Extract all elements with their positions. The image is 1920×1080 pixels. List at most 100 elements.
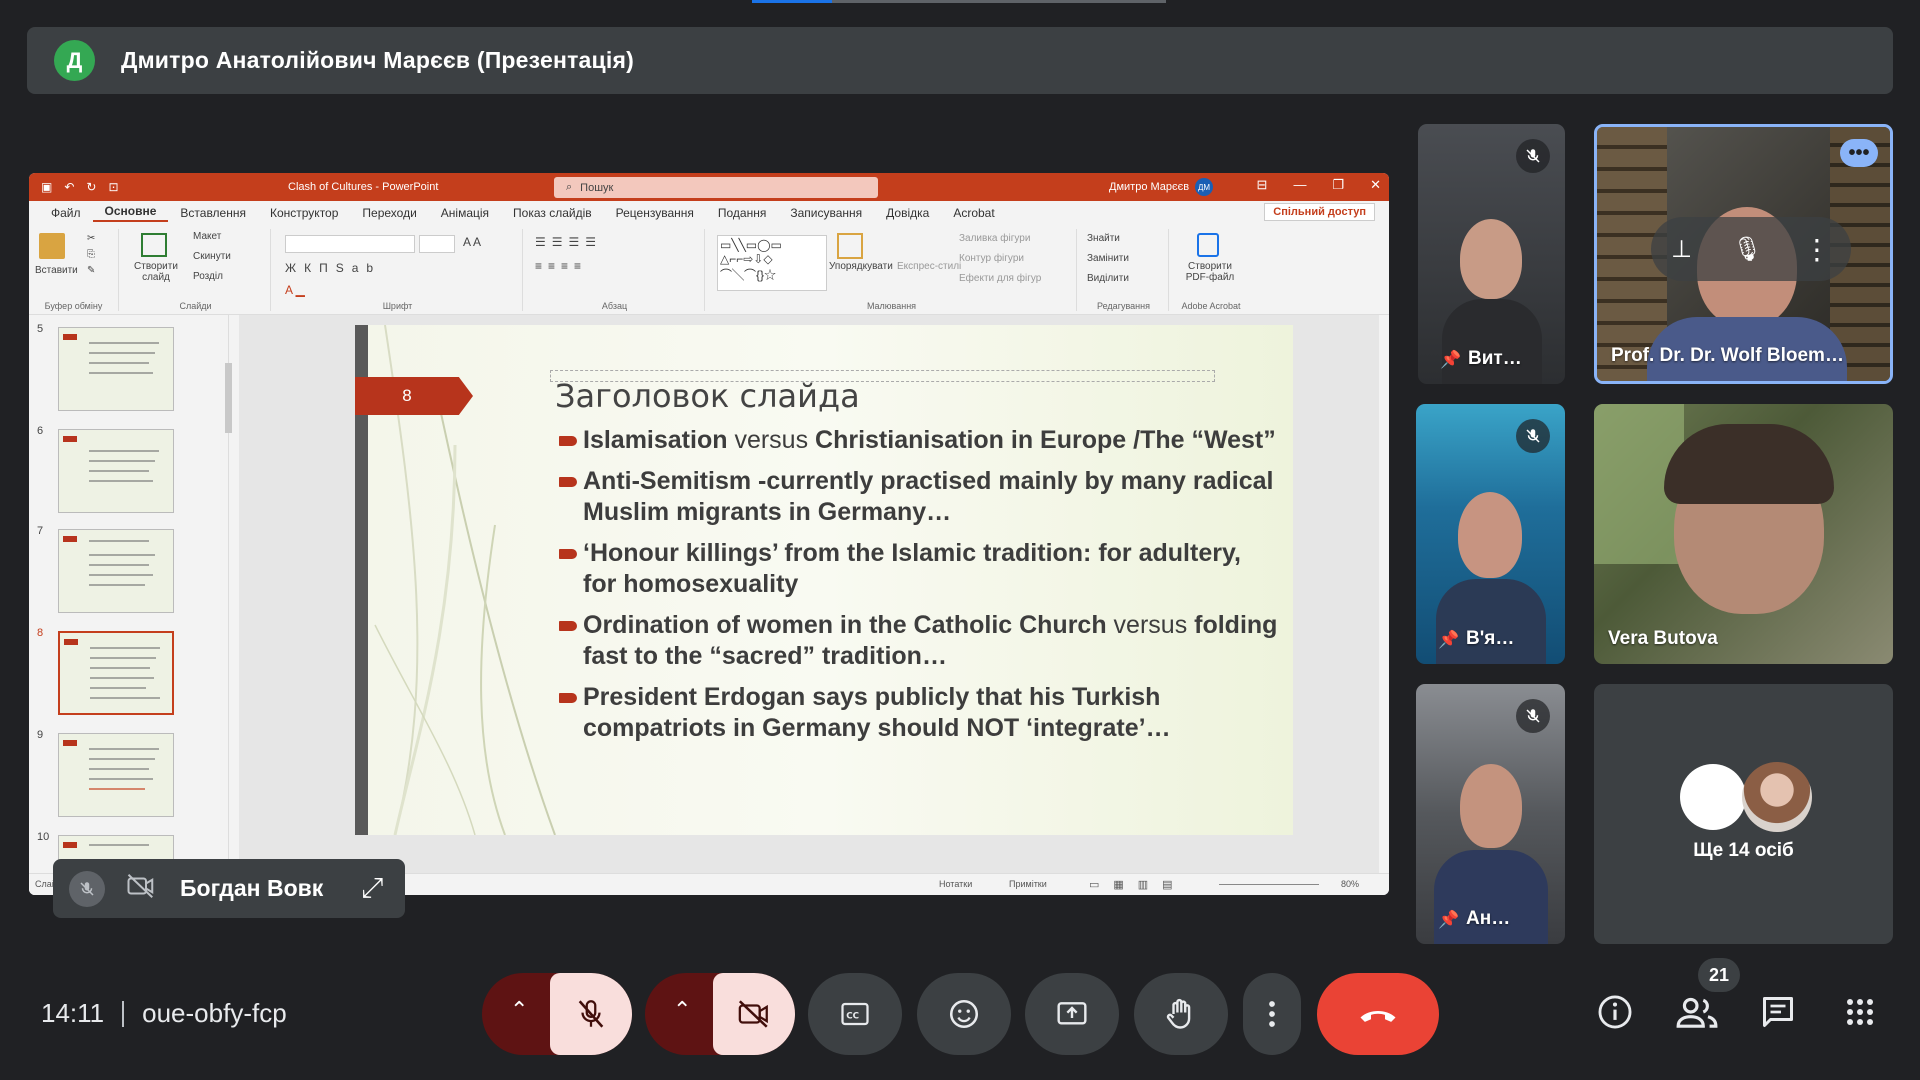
raise-hand-button[interactable] <box>1134 973 1228 1055</box>
people-button[interactable] <box>1672 990 1722 1034</box>
shape-outline-button[interactable]: Контур фігури <box>959 253 1024 264</box>
chat-button[interactable] <box>1753 990 1803 1034</box>
find-button[interactable]: Знайти <box>1087 233 1120 244</box>
shapes-gallery[interactable]: ▭╲╲▭◯▭ △⌐⌐⇨⇩◇ ⌒╲⌒{}☆ <box>717 235 827 291</box>
paste-icon[interactable] <box>39 233 65 259</box>
tab-slideshow[interactable]: Показ слайдів <box>501 206 604 220</box>
pin-icon: 📌 <box>1440 350 1462 369</box>
expand-icon[interactable]: ⤢ <box>361 872 383 905</box>
comments-button[interactable]: Примітки <box>1009 879 1047 889</box>
participant-tile-vya[interactable]: 📌 В'я… <box>1416 404 1565 664</box>
tab-record[interactable]: Записування <box>778 206 874 220</box>
arrange-button[interactable]: Упорядкувати <box>829 261 893 272</box>
mic-toggle-button[interactable] <box>550 973 632 1055</box>
present-button[interactable] <box>1025 973 1119 1055</box>
tab-acrobat[interactable]: Acrobat <box>941 206 1006 220</box>
redo-icon[interactable]: ↻ <box>86 180 96 194</box>
save-icon[interactable]: ▣ <box>41 180 52 194</box>
svg-text:CC: CC <box>846 1011 859 1021</box>
section-button[interactable]: Розділ <box>193 271 223 282</box>
more-vert-icon[interactable]: ⋮ <box>1803 233 1831 266</box>
activities-button[interactable] <box>1835 990 1885 1034</box>
pin-icon[interactable]: ⊥ <box>1671 235 1692 264</box>
font-grow-icon[interactable]: A A <box>463 235 481 249</box>
shape-fill-button[interactable]: Заливка фігури <box>959 233 1030 244</box>
cut-icon[interactable]: ✂ <box>87 233 95 244</box>
captions-button[interactable]: CC <box>808 973 902 1055</box>
view-buttons[interactable]: ▭▦▥▤ <box>1089 878 1187 891</box>
share-button[interactable]: Спільний доступ <box>1264 203 1375 221</box>
font-family-select[interactable] <box>285 235 415 253</box>
zoom-slider[interactable] <box>1219 884 1319 885</box>
format-painter-icon[interactable]: ✎ <box>87 265 95 276</box>
camera-toggle-button[interactable] <box>713 973 795 1055</box>
arrange-icon[interactable] <box>837 233 863 259</box>
leave-call-button[interactable] <box>1317 973 1439 1055</box>
pdf-icon[interactable] <box>1197 233 1219 257</box>
captions-icon: CC <box>841 1002 869 1026</box>
tab-file[interactable]: Файл <box>39 206 93 220</box>
create-pdf-button[interactable]: Створити PDF-файл <box>1177 261 1243 283</box>
others-tile[interactable]: Ще 14 осіб <box>1594 684 1893 944</box>
tab-view[interactable]: Подання <box>706 206 778 220</box>
zoom-level[interactable]: 80% <box>1341 879 1359 889</box>
layout-button[interactable]: Макет <box>193 231 221 242</box>
list-icons[interactable]: ☰☰☰☰ <box>535 235 602 249</box>
tab-design[interactable]: Конструктор <box>258 206 350 220</box>
slide-thumbnail-6[interactable] <box>58 429 174 513</box>
self-view-chip[interactable]: Богдан Вовк ⤢ <box>53 859 405 918</box>
select-button[interactable]: Виділити <box>1087 273 1129 284</box>
new-slide-button[interactable]: Створити слайд <box>127 261 185 283</box>
paste-button[interactable]: Вставити <box>35 265 78 276</box>
notes-button[interactable]: Нотатки <box>939 879 972 889</box>
ppt-search-box[interactable]: ⌕ Пошук <box>554 177 878 198</box>
audio-options-chevron-icon[interactable]: ⌃ <box>510 997 528 1023</box>
tab-home[interactable]: Основне <box>92 204 169 222</box>
new-slide-icon[interactable] <box>141 233 167 257</box>
undo-icon[interactable]: ↶ <box>64 180 74 194</box>
tab-insert[interactable]: Вставлення <box>168 206 258 220</box>
tab-transitions[interactable]: Переходи <box>350 206 428 220</box>
slide-thumbnail-7[interactable] <box>58 529 174 613</box>
minimize-icon[interactable]: — <box>1293 177 1306 193</box>
reactions-button[interactable] <box>917 973 1011 1055</box>
tab-help[interactable]: Довідка <box>874 206 941 220</box>
slide-bullets[interactable]: Islamisation versus Christianisation in … <box>559 425 1279 754</box>
replace-button[interactable]: Замінити <box>1087 253 1129 264</box>
self-name: Богдан Вовк <box>180 875 324 901</box>
align-icons[interactable]: ≡≡≡≡ <box>535 259 587 273</box>
more-options-button[interactable] <box>1243 973 1301 1055</box>
ribbon-display-icon[interactable]: ⊟ <box>1257 177 1268 193</box>
bullet-2: Anti-Semitism -currently practised mainl… <box>559 466 1279 528</box>
tab-animations[interactable]: Анімація <box>429 206 501 220</box>
close-icon[interactable]: ✕ <box>1370 177 1381 193</box>
mic-off-icon <box>1516 139 1550 173</box>
mic-icon[interactable]: 🎙 <box>1732 235 1762 264</box>
thumb-number: 10 <box>37 831 50 843</box>
font-format-icons[interactable]: ЖКПSab <box>285 261 381 275</box>
meeting-details-button[interactable] <box>1590 990 1640 1034</box>
maximize-icon[interactable]: ❐ <box>1332 177 1344 193</box>
shape-effects-button[interactable]: Ефекти для фігур <box>959 273 1041 284</box>
participant-tile-vera[interactable]: Vera Butova <box>1594 404 1893 664</box>
meeting-code: oue-obfy-fcp <box>142 998 287 1028</box>
reset-button[interactable]: Скинути <box>193 251 231 262</box>
copy-icon[interactable]: ⎘ <box>87 249 95 260</box>
present-from-start-icon[interactable]: ⊡ <box>108 180 118 194</box>
top-progress-line <box>752 0 1166 3</box>
participant-tile-an[interactable]: 📌 Ан… <box>1416 684 1565 944</box>
slide-title[interactable]: Заголовок слайда <box>555 377 860 415</box>
tab-review[interactable]: Рецензування <box>604 206 706 220</box>
more-options-icon[interactable]: ••• <box>1840 139 1878 167</box>
participant-tile-vit[interactable]: 📌 Вит… <box>1418 124 1565 384</box>
participant-tile-wolf[interactable]: ⊥ 🎙 ⋮ ••• Prof. Dr. Dr. Wolf Bloem… <box>1594 124 1893 384</box>
quick-styles-button[interactable]: Експрес-стилі <box>897 261 961 272</box>
slide-thumbnail-5[interactable] <box>58 327 174 411</box>
ppt-user-avatar[interactable]: ДМ <box>1195 178 1213 196</box>
font-color-icon[interactable]: A ▁ <box>285 283 305 297</box>
slide-thumbnail-9[interactable] <box>58 733 174 817</box>
video-options-chevron-icon[interactable]: ⌃ <box>673 997 691 1023</box>
thumbnails-scrollbar[interactable] <box>225 323 234 895</box>
slide-thumbnail-8[interactable] <box>58 631 174 715</box>
font-size-select[interactable] <box>419 235 455 253</box>
